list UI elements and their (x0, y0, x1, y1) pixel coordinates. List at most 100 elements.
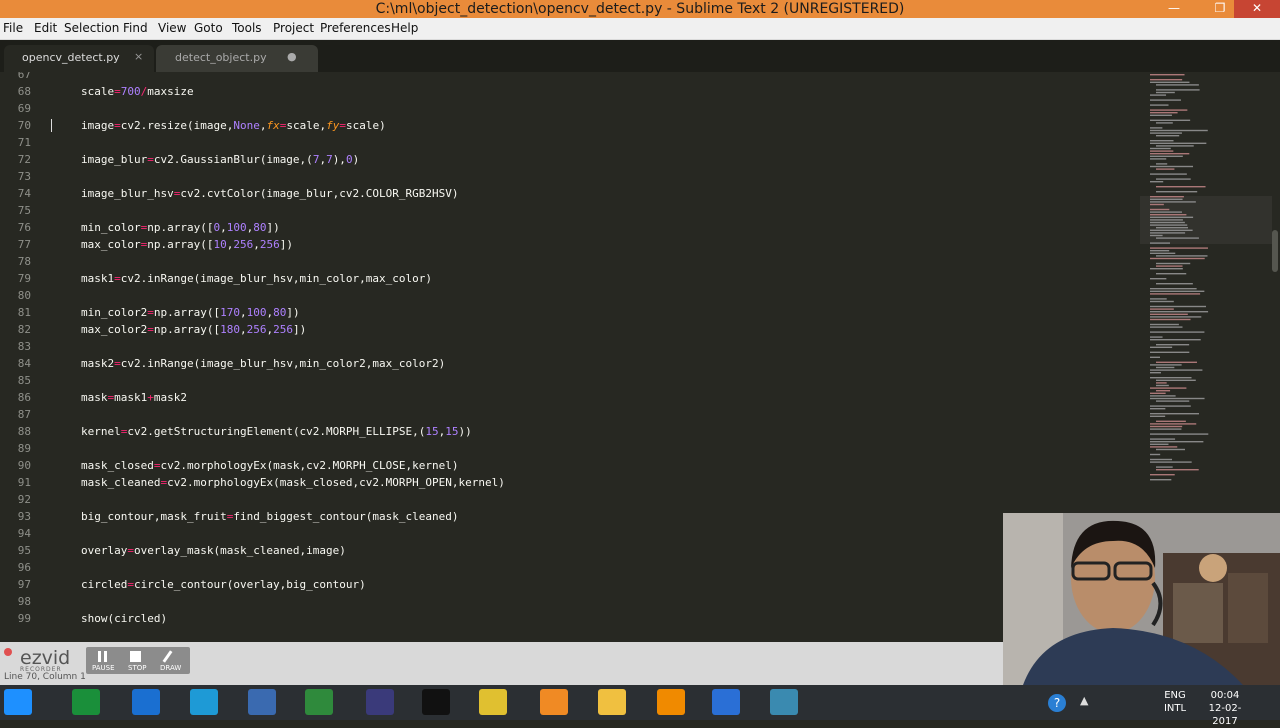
code-line[interactable]: scale=700/maxsize (81, 85, 194, 98)
pause-icon (98, 651, 101, 662)
line-number: 83 (17, 340, 31, 353)
window-title: C:\ml\object_detection\opencv_detect.py … (375, 1, 905, 17)
cmd-icon[interactable] (422, 689, 450, 715)
stop-icon (130, 651, 141, 662)
code-line[interactable]: mask=mask1+mask2 (81, 391, 187, 404)
menu-selection[interactable]: Selection (64, 21, 119, 35)
pen-icon (162, 650, 173, 663)
minimize-button[interactable]: — (1160, 0, 1188, 18)
code-line[interactable]: min_color2=np.array([170,100,80]) (81, 306, 300, 319)
lang-bottom: INTL (1163, 703, 1187, 714)
tab-detect-object[interactable]: detect_object.py ● (156, 45, 318, 72)
maximize-button[interactable]: ❐ (1206, 0, 1234, 18)
line-number: 99 (17, 612, 31, 625)
code-line[interactable]: min_color=np.array([0,100,80]) (81, 221, 280, 234)
line-number: 92 (17, 493, 31, 506)
tab-modified-icon[interactable]: ● (287, 50, 297, 63)
line-number: 91 (17, 476, 31, 489)
line-number: 78 (17, 255, 31, 268)
line-number: 80 (17, 289, 31, 302)
language-indicator[interactable]: ENG INTL (1160, 689, 1190, 715)
line-number: 97 (17, 578, 31, 591)
vlc-icon[interactable] (657, 689, 685, 715)
line-number: 82 (17, 323, 31, 336)
line-number: 68 (17, 85, 31, 98)
code-line[interactable]: mask1=cv2.inRange(image_blur_hsv,min_col… (81, 272, 432, 285)
tray-chevron-icon[interactable]: ▲ (1080, 694, 1088, 707)
menu-edit[interactable]: Edit (34, 21, 57, 35)
stop-button[interactable]: STOP (122, 648, 152, 673)
code-line[interactable]: circled=circle_contour(overlay,big_conto… (81, 578, 366, 591)
system-clock[interactable]: 00:04 12-02-2017 (1200, 689, 1250, 728)
line-number: 77 (17, 238, 31, 251)
record-dot-icon (4, 648, 12, 656)
code-line[interactable]: max_color2=np.array([180,256,256]) (81, 323, 306, 336)
stop-label: STOP (128, 664, 147, 672)
sublime-icon[interactable] (540, 689, 568, 715)
menu-file[interactable]: File (3, 21, 23, 35)
menu-preferences[interactable]: Preferences (320, 21, 391, 35)
code-line[interactable]: overlay=overlay_mask(mask_cleaned,image) (81, 544, 346, 557)
text-cursor (51, 119, 52, 132)
code-line[interactable]: image_blur=cv2.GaussianBlur(image,(7,7),… (81, 153, 359, 166)
excel-icon[interactable] (305, 689, 333, 715)
line-number: 79 (17, 272, 31, 285)
code-line[interactable]: big_contour,mask_fruit=find_biggest_cont… (81, 510, 459, 523)
files-icon[interactable] (598, 689, 626, 715)
ezvid-recorder-toolbar: ezvid RECORDER PAUSE STOP DRAW (0, 646, 190, 674)
line-number: 81 (17, 306, 31, 319)
start-icon[interactable] (4, 689, 32, 715)
menu-bar: File Edit Selection Find View Goto Tools… (0, 18, 1280, 40)
screen-icon[interactable] (770, 689, 798, 715)
line-number: 72 (17, 153, 31, 166)
webcam-person-image (1003, 513, 1280, 685)
devcpp-icon[interactable] (248, 689, 276, 715)
line-number: 89 (17, 442, 31, 455)
chrome-icon[interactable] (479, 689, 507, 715)
code-line[interactable]: max_color=np.array([10,256,256]) (81, 238, 293, 251)
vertical-scrollbar[interactable] (1272, 230, 1278, 272)
line-number: 84 (17, 357, 31, 370)
webcam-overlay (1003, 513, 1280, 685)
line-number: 73 (17, 170, 31, 183)
code-line[interactable]: show(circled) (81, 612, 167, 625)
eclipse-icon[interactable] (366, 689, 394, 715)
line-number: 86 (17, 391, 31, 404)
menu-help[interactable]: Help (391, 21, 418, 35)
menu-goto[interactable]: Goto (194, 21, 223, 35)
clock-time: 00:04 (1210, 690, 1240, 701)
code-line[interactable]: image_blur_hsv=cv2.cvtColor(image_blur,c… (81, 187, 459, 200)
edge-icon[interactable] (132, 689, 160, 715)
notepad-icon[interactable] (712, 689, 740, 715)
line-number: 74 (17, 187, 31, 200)
menu-find[interactable]: Find (123, 21, 148, 35)
help-icon[interactable]: ? (1048, 694, 1066, 712)
close-button[interactable]: ✕ (1234, 0, 1280, 18)
code-line[interactable]: mask2=cv2.inRange(image_blur_hsv,min_col… (81, 357, 445, 370)
line-number: 90 (17, 459, 31, 472)
draw-label: DRAW (160, 664, 182, 672)
line-number: 69 (17, 102, 31, 115)
skype-icon[interactable] (190, 689, 218, 715)
ezvid-logo-sub: RECORDER (20, 666, 62, 673)
tab-label: detect_object.py (175, 51, 267, 64)
line-number: 85 (17, 374, 31, 387)
store-icon[interactable] (72, 689, 100, 715)
tab-opencv-detect[interactable]: opencv_detect.py × (4, 45, 154, 72)
minimap[interactable] (1140, 72, 1272, 492)
menu-view[interactable]: View (158, 21, 186, 35)
code-line[interactable]: image=cv2.resize(image,None,fx=scale,fy=… (81, 119, 386, 132)
line-number: 94 (17, 527, 31, 540)
code-line[interactable]: mask_cleaned=cv2.morphologyEx(mask_close… (81, 476, 505, 489)
draw-button[interactable]: DRAW (156, 648, 186, 673)
lang-top: ENG (1164, 690, 1186, 701)
pause-button[interactable]: PAUSE (88, 648, 118, 673)
line-number: 70 (17, 119, 31, 132)
code-line[interactable]: mask_closed=cv2.morphologyEx(mask,cv2.MO… (81, 459, 459, 472)
menu-project[interactable]: Project (273, 21, 314, 35)
line-number: 95 (17, 544, 31, 557)
tab-close-icon[interactable]: × (134, 50, 143, 63)
code-line[interactable]: kernel=cv2.getStructuringElement(cv2.MOR… (81, 425, 472, 438)
line-number: 87 (17, 408, 31, 421)
menu-tools[interactable]: Tools (232, 21, 262, 35)
